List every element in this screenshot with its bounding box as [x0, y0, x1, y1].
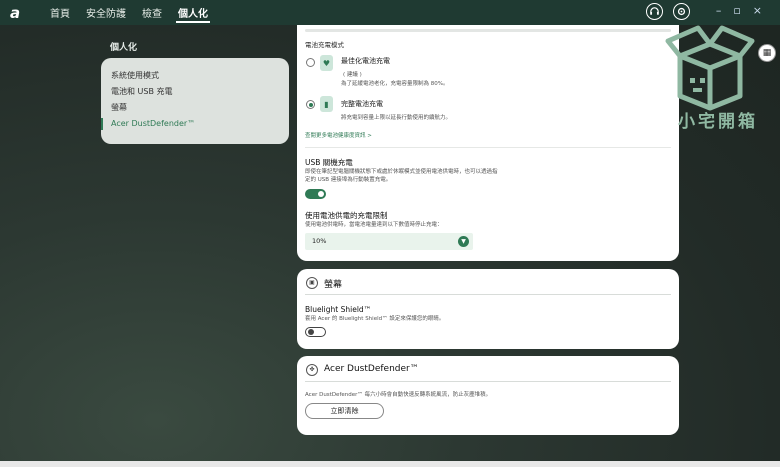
full-charge-desc: 將充電到容量上限以延長行動使用的續航力。	[341, 115, 452, 121]
bluelight-title: Bluelight Shield™	[305, 305, 372, 314]
usb-charge-desc-2: 定的 USB 連接埠為行動裝置充電。	[305, 177, 392, 183]
screen-icon: ▣	[306, 277, 318, 289]
battery-full-icon: ▮	[320, 96, 333, 112]
divider	[305, 381, 671, 382]
chevron-down-icon: ▼	[458, 236, 469, 247]
taskbar	[0, 461, 780, 467]
calendar-icon[interactable]: ▦	[758, 44, 776, 62]
battery-mode-label: 電池充電模式	[305, 41, 344, 49]
dustdefender-card: ✤ Acer DustDefender™ Acer DustDefender™ …	[297, 356, 679, 435]
charge-limit-desc: 使用電池供電時，當電池電量達到以下數值時停止充電：	[305, 222, 443, 228]
screen-card: ▣ 螢幕 Bluelight Shield™ 套用 Acer 的 Bluelig…	[297, 269, 679, 349]
full-charge-title: 完整電池充電	[341, 100, 383, 108]
usb-charge-toggle[interactable]	[305, 189, 326, 199]
sidebar-item-screen[interactable]: 螢幕	[101, 100, 289, 116]
usb-charge-title: USB 關機充電	[305, 158, 353, 167]
battery-usb-card: 電池充電模式 ♥ 最佳化電池充電 ( 建議 ) 為了延緩電池老化，充電容量限制為…	[297, 25, 679, 261]
fan-icon: ✤	[306, 364, 318, 376]
dustdefender-desc: Acer DustDefender™ 每六小時會自動快速反轉系統風流，防止灰塵堆…	[305, 392, 492, 398]
acer-logo: a	[10, 3, 21, 22]
radio-full-charge[interactable]	[306, 100, 315, 109]
divider	[305, 147, 671, 148]
bluelight-toggle[interactable]	[305, 327, 326, 337]
optimized-charge-title: 最佳化電池充電	[341, 57, 390, 65]
charge-limit-title: 使用電池供電的充電限制	[305, 211, 388, 220]
battery-health-link[interactable]: 查閱更多電池健康度資訊 >	[305, 131, 372, 139]
optimized-charge-recommend: ( 建議 )	[343, 72, 362, 78]
nav-personalize[interactable]: 個人化	[170, 0, 216, 25]
scroll-indicator	[305, 29, 671, 32]
clean-now-button[interactable]: 立即清除	[305, 403, 384, 419]
radio-optimized-charge[interactable]	[306, 58, 315, 67]
charge-limit-select[interactable]: 10% ▼	[305, 233, 473, 250]
bluelight-desc: 套用 Acer 的 Bluelight Shield™ 設定來保護您的眼睛。	[305, 316, 445, 322]
sidebar-item-dustdefender[interactable]: Acer DustDefender™	[101, 116, 289, 132]
dustdefender-title: Acer DustDefender™	[324, 364, 419, 374]
usb-charge-desc-1: 即使在筆記型電腦關機狀態下或處於休眠模式並使用電池供電時，也可以透過指	[305, 169, 498, 175]
sidebar: 系統使用模式 電池和 USB 充電 螢幕 Acer DustDefender™	[101, 58, 289, 144]
nav-check[interactable]: 檢查	[134, 0, 170, 25]
battery-heart-icon: ♥	[320, 55, 333, 71]
page-title: 個人化	[110, 43, 138, 53]
nav-home[interactable]: 首頁	[42, 0, 78, 25]
screen-title: 螢幕	[324, 280, 343, 290]
sidebar-item-system-mode[interactable]: 系統使用模式	[101, 68, 289, 84]
optimized-charge-desc: 為了延緩電池老化，充電容量限制為 80%。	[341, 81, 449, 87]
watermark-text: 小宅開箱	[678, 112, 758, 132]
sidebar-item-battery-usb[interactable]: 電池和 USB 充電	[101, 84, 289, 100]
charge-limit-value: 10%	[312, 237, 327, 245]
divider	[305, 294, 671, 295]
nav-security[interactable]: 安全防護	[78, 0, 134, 25]
